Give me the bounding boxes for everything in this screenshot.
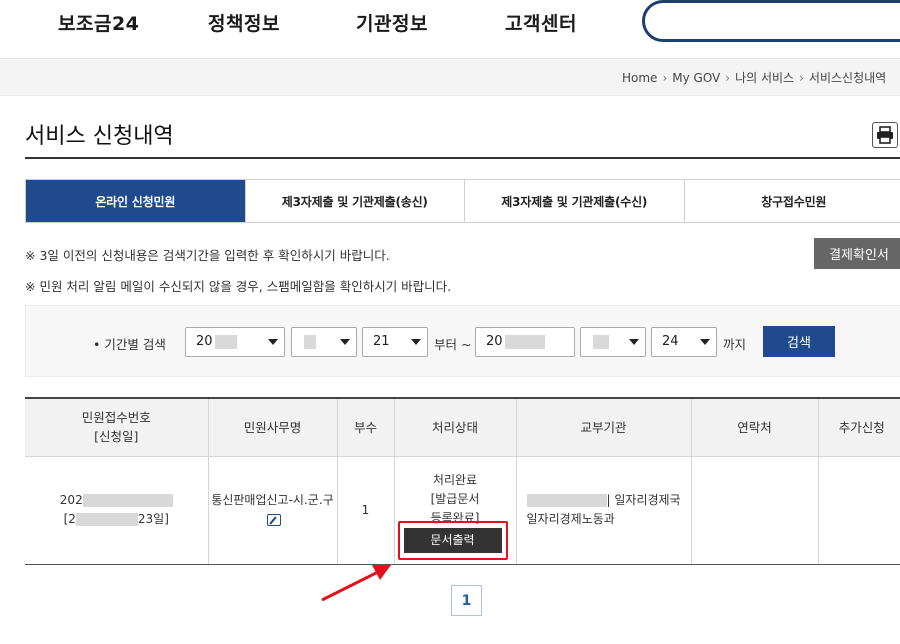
breadcrumb-service-history[interactable]: 서비스신청내역: [809, 71, 886, 85]
chevron-down-icon: [700, 339, 710, 345]
nav-agency-info[interactable]: 기관정보: [356, 9, 428, 36]
nav-subsidy24[interactable]: 보조금24: [58, 9, 139, 36]
notice-search-period: ※ 3일 이전의 신청내용은 검색기간을 입력한 후 확인하시기 바랍니다.: [25, 248, 390, 263]
header-status: 처리상태: [394, 397, 517, 457]
start-year-value: 20: [196, 334, 213, 349]
start-day-select[interactable]: 21: [362, 327, 428, 357]
masked-value: [593, 334, 609, 349]
application-table: 민원접수번호 [신청일] 민원사무명 부수 처리상태 교부기관 연락처 추가신청 …: [25, 397, 900, 565]
tab-third-party-received[interactable]: 제3자제출 및 기관제출(수신): [465, 180, 685, 222]
chevron-right-icon: ›: [799, 71, 804, 85]
masked-value: [82, 494, 173, 507]
masked-value: [214, 334, 237, 349]
apply-date-suffix: 23일]: [137, 512, 169, 526]
cell-copies: 1: [337, 456, 395, 565]
end-day-select[interactable]: 24: [651, 327, 717, 357]
cell-agency: | 일자리경제국 일자리경제노동과: [516, 456, 692, 565]
tab-online-application[interactable]: 온라인 신청민원: [26, 180, 246, 222]
agency-line-2: 일자리경제노동과: [526, 512, 615, 526]
header-receipt-no-label: 민원접수번호: [81, 410, 151, 426]
global-search-input[interactable]: [642, 0, 900, 42]
apply-date-prefix: [2: [63, 512, 76, 526]
header-service-name: 민원사무명: [208, 397, 338, 457]
status-text: 처리완료 [발급문서 등록완료]: [395, 471, 516, 528]
service-name-link[interactable]: 통신판매업신고-시.군.구: [211, 493, 333, 507]
title-divider: [25, 157, 900, 159]
end-year-select[interactable]: 20: [475, 327, 575, 357]
cell-receipt-no: 202 [2 23일]: [25, 456, 209, 565]
breadcrumb-my-service[interactable]: 나의 서비스: [735, 71, 794, 85]
end-month-select[interactable]: [580, 327, 646, 357]
header-apply-date-label: [신청일]: [94, 429, 139, 445]
header-receipt-no: 민원접수번호 [신청일]: [25, 397, 209, 457]
from-label: 부터 ~: [434, 337, 472, 352]
notice-spam-mail: ※ 민원 처리 알림 메일이 수신되지 않을 경우, 스팸메일함을 확인하시기 …: [25, 279, 452, 294]
start-year-select[interactable]: 20: [185, 327, 285, 357]
masked-value: [75, 513, 138, 526]
breadcrumb-bar: Home › My GOV › 나의 서비스 › 서비스신청내역: [0, 58, 900, 96]
status-line-1: 처리완료: [432, 472, 478, 487]
table-header-row: 민원접수번호 [신청일] 민원사무명 부수 처리상태 교부기관 연락처 추가신청: [25, 397, 900, 457]
cell-extra: [818, 456, 900, 565]
until-label: 까지: [723, 337, 747, 352]
header-agency: 교부기관: [516, 397, 692, 457]
breadcrumb: Home › My GOV › 나의 서비스 › 서비스신청내역: [622, 69, 886, 86]
status-line-2: [발급문서: [430, 491, 480, 506]
nav-customer-center[interactable]: 고객센터: [505, 9, 577, 36]
masked-value: [504, 334, 545, 349]
start-day-value: 21: [373, 334, 390, 349]
header-contact: 연락처: [691, 397, 819, 457]
cell-service-name: 통신판매업신고-시.군.구: [208, 456, 338, 565]
period-search-box: • 기간별 검색 20 21 부터 ~ 20 24 까지 검색: [25, 305, 900, 377]
cell-contact: [691, 456, 819, 565]
breadcrumb-mygov[interactable]: My GOV: [672, 71, 720, 85]
masked-value: [526, 494, 607, 507]
top-navigation: 보조금24 정책정보 기관정보 고객센터: [0, 0, 900, 48]
chevron-down-icon: [629, 339, 639, 345]
receipt-no-prefix: 202: [59, 493, 83, 507]
end-year-value: 20: [486, 334, 503, 349]
tab-bar: 온라인 신청민원 제3자제출 및 기관제출(송신) 제3자제출 및 기관제출(수…: [25, 179, 900, 223]
breadcrumb-home[interactable]: Home: [622, 71, 657, 85]
start-month-select[interactable]: [291, 327, 357, 357]
table-row: 202 [2 23일] 통신판매업신고-시.군.구 1 처리완료 [발급문서 등록…: [25, 456, 900, 565]
page-title: 서비스 신청내역: [25, 124, 174, 149]
highlight-box: [397, 520, 508, 560]
chevron-down-icon: [411, 339, 421, 345]
chevron-right-icon: ›: [725, 71, 731, 85]
agency-line-1: | 일자리경제국: [606, 493, 681, 507]
edit-icon[interactable]: [267, 513, 281, 526]
print-button[interactable]: [872, 122, 898, 148]
end-day-value: 24: [662, 334, 679, 349]
tab-counter-application[interactable]: 창구접수민원: [684, 180, 900, 222]
pagination-page-1[interactable]: 1: [451, 585, 482, 616]
search-button[interactable]: 검색: [763, 326, 835, 357]
chevron-down-icon: [268, 339, 278, 345]
masked-value: [304, 334, 316, 349]
header-copies: 부수: [337, 397, 395, 457]
search-period-label: • 기간별 검색: [93, 337, 166, 352]
chevron-down-icon: [340, 339, 350, 345]
header-extra: 추가신청: [818, 397, 900, 457]
payment-receipt-button[interactable]: 결제확인서: [814, 238, 900, 269]
chevron-right-icon: ›: [662, 71, 668, 85]
cell-status: 처리완료 [발급문서 등록완료] 문서출력: [394, 456, 517, 565]
tab-third-party-sent[interactable]: 제3자제출 및 기관제출(송신): [245, 180, 465, 222]
printer-icon: [877, 126, 893, 144]
nav-policy-info[interactable]: 정책정보: [208, 9, 280, 36]
